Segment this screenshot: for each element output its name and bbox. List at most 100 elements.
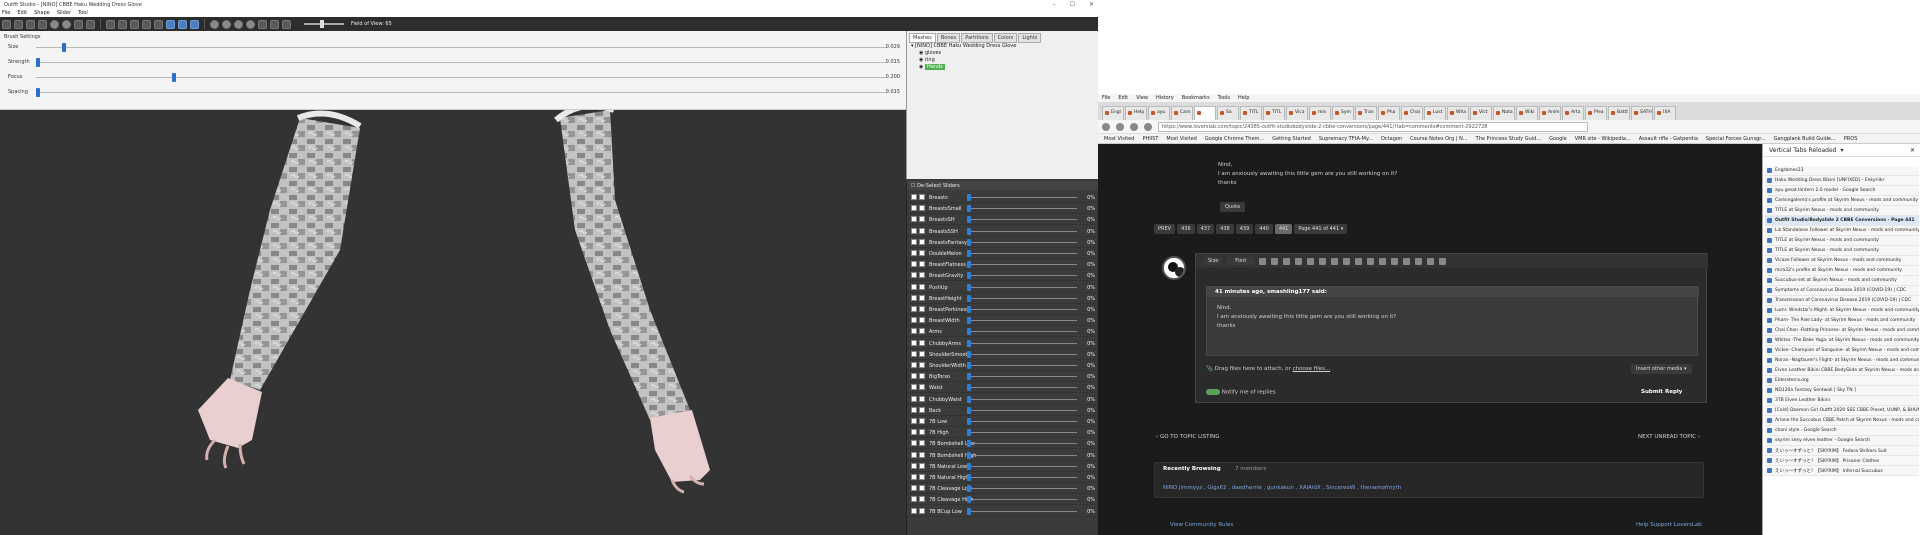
vertical-tab-item[interactable]: Whites -The Bake Yaga- at Skyrim Nexus -… (1765, 336, 1919, 346)
slider-knob[interactable] (967, 373, 971, 381)
minimize-icon[interactable]: – (1053, 1, 1056, 8)
bookmark-item[interactable]: Supremacy TFtA-My... (1319, 136, 1373, 142)
menu-help[interactable]: Help (1238, 95, 1249, 101)
slider-visible-checkbox[interactable] (919, 406, 925, 413)
slider-knob[interactable] (967, 350, 971, 358)
browser-tab[interactable]: Sa (1217, 106, 1239, 120)
front-view-icon[interactable] (210, 19, 219, 29)
strikethrough-icon[interactable] (1307, 257, 1315, 265)
menu-view[interactable]: View (1136, 95, 1148, 101)
slider-visible-checkbox[interactable] (919, 216, 925, 223)
align-left-icon[interactable] (1403, 257, 1411, 265)
vertical-tab-item[interactable]: ayu great lantern 2.0 model - Google Sea… (1765, 186, 1919, 196)
slider-knob[interactable] (967, 283, 971, 291)
bookmark-item[interactable]: Course Notes Org | N... (1410, 136, 1468, 142)
browser-tab[interactable]: Vica (1286, 106, 1308, 120)
slider-visible-checkbox[interactable] (919, 328, 925, 335)
browser-tab[interactable]: Wha (1447, 106, 1469, 120)
collapse-vertex-icon[interactable] (142, 19, 151, 29)
maximize-icon[interactable]: ☐ (1070, 1, 1075, 8)
texture-icon[interactable] (282, 19, 291, 29)
menu-tool[interactable]: Tool (78, 10, 88, 16)
tree-item-ring[interactable]: ◉ ring (911, 57, 1016, 64)
slider-knob[interactable] (967, 451, 971, 459)
slider-track[interactable] (967, 432, 1077, 434)
vertical-tab-item[interactable]: Engrbmes23 (1765, 166, 1919, 176)
slider-edit-checkbox[interactable] (911, 440, 917, 447)
tree-root[interactable]: ▾ [NINO] CBBE Haku Wedding Dress Glove (911, 43, 1016, 50)
forward-icon[interactable] (1116, 122, 1124, 131)
slider-visible-checkbox[interactable] (919, 474, 925, 480)
menu-shape[interactable]: Shape (34, 10, 50, 16)
vertical-tab-item[interactable]: えいっ〜すずっと！【SKYRIM】 Infernal Succubus (1765, 466, 1919, 476)
tree-item-hands[interactable]: ◉ Hands (911, 64, 1016, 71)
back-icon[interactable] (1102, 122, 1110, 131)
tab-bones[interactable]: Bones (936, 33, 961, 43)
vertical-tab-item[interactable]: Haku Wedding Dress Bikini [UNFIXED] - En… (1765, 176, 1919, 186)
slider-edit-checkbox[interactable] (911, 362, 917, 368)
page-437[interactable]: 437 (1196, 224, 1215, 234)
fov-slider[interactable] (304, 20, 344, 28)
slider-visible-checkbox[interactable] (919, 395, 925, 402)
slider-knob[interactable] (967, 440, 971, 448)
browser-tab[interactable] (1194, 106, 1216, 120)
deflate-brush-icon[interactable] (38, 19, 47, 29)
slider-visible-checkbox[interactable] (919, 429, 925, 436)
bookmark-item[interactable]: Getting Started (1272, 136, 1311, 142)
bookmark-item[interactable]: VMR site - Wikipedia... (1575, 136, 1631, 142)
slider-edit-checkbox[interactable] (911, 317, 917, 324)
bookmark-item[interactable]: Special Forces Gunsgr... (1706, 136, 1766, 142)
preview-icon[interactable] (1439, 257, 1447, 265)
brush-strength-track[interactable] (36, 62, 886, 63)
slider-visible-checkbox[interactable] (919, 462, 925, 469)
browser-tab[interactable]: Tran (1355, 106, 1377, 120)
slider-visible-checkbox[interactable] (919, 384, 925, 391)
slider-edit-checkbox[interactable] (911, 350, 917, 357)
select-tool-icon[interactable] (2, 19, 11, 29)
slider-track[interactable] (967, 309, 1077, 310)
slider-knob[interactable] (967, 406, 971, 414)
vertical-tab-item[interactable]: Carlsingalemo's profile at Skyrim Nexus … (1765, 196, 1919, 206)
slider-knob[interactable] (967, 429, 971, 437)
page-439[interactable]: 439 (1235, 224, 1254, 234)
slider-knob[interactable] (967, 317, 971, 325)
vertical-tab-item[interactable]: Noran -Nagfaurer's Flight- at Skyrim Nex… (1765, 356, 1919, 366)
slider-track[interactable] (967, 230, 1077, 232)
slider-visible-checkbox[interactable] (919, 317, 925, 324)
attach-area[interactable]: 📎 Drag files here to attach, or choose f… (1206, 366, 1330, 372)
vertical-tab-item[interactable]: Vicaze Follower at Skyrim Nexus - mods a… (1765, 256, 1919, 266)
x-mirror-icon[interactable] (166, 19, 175, 29)
menu-bookmarks[interactable]: Bookmarks (1182, 95, 1210, 101)
slider-track[interactable] (967, 365, 1077, 366)
slider-visible-checkbox[interactable] (919, 496, 925, 503)
font-family-dropdown[interactable]: Font (1227, 257, 1255, 265)
vertical-tab-item[interactable]: TITLE at Skyrim Nexus - mods and communi… (1765, 236, 1919, 246)
slider-edit-checkbox[interactable] (911, 216, 917, 223)
spoiler-icon[interactable] (1355, 257, 1363, 265)
browser-tab[interactable]: Carn (1171, 106, 1193, 120)
browser-tab[interactable]: Nota (1493, 106, 1515, 120)
vertical-tab-item[interactable]: [Cold] Daemon Girl Outfit 2020 SSE CBBE … (1765, 406, 1919, 416)
slider-visible-checkbox[interactable] (919, 507, 925, 514)
bookmark-item[interactable]: Google (1549, 136, 1567, 142)
slider-edit-checkbox[interactable] (911, 474, 917, 480)
smooth-brush-icon[interactable] (62, 19, 71, 29)
bookmark-item[interactable]: Gangplank Build Guide... (1774, 136, 1836, 142)
brush-size-track[interactable] (36, 47, 886, 48)
vertical-tab-item[interactable]: Lumi- Windstar's Might- at Skyrim Nexus … (1765, 306, 1919, 316)
slider-track[interactable] (967, 409, 1077, 411)
menu-file[interactable]: File (1102, 95, 1110, 101)
slider-track[interactable] (967, 331, 1077, 333)
slider-edit-checkbox[interactable] (911, 462, 917, 469)
slider-knob[interactable] (967, 216, 971, 224)
transform-tool-icon[interactable] (106, 19, 115, 29)
left-view-icon[interactable] (234, 19, 243, 29)
slider-track[interactable] (967, 510, 1077, 512)
slider-track[interactable] (967, 208, 1077, 210)
vertical-tab-item[interactable]: Transmission of Coronavirus Disease 2019… (1765, 296, 1919, 306)
notify-toggle[interactable]: Notify me of replies (1206, 389, 1276, 396)
bookmark-item[interactable]: The Princess Study Guid... (1476, 136, 1541, 142)
deselect-sliders-button[interactable]: ☐ De-Select Sliders (907, 181, 1098, 190)
menu-edit[interactable]: Edit (1118, 95, 1128, 101)
vertical-tab-item[interactable]: Liz Standalone Follower at Skyrim Nexus … (1765, 226, 1919, 236)
